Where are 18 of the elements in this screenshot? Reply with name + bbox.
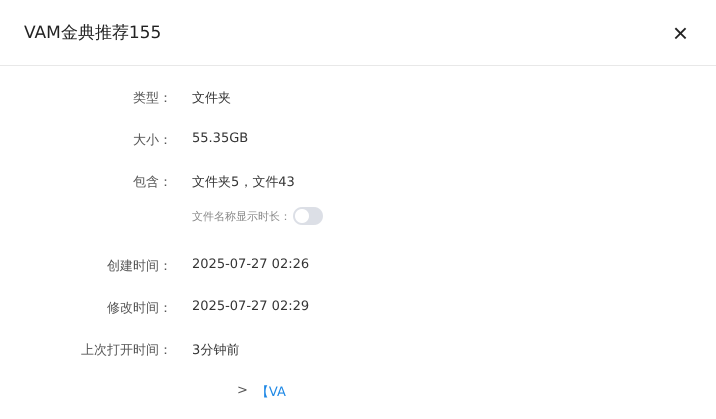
field-label: 类型： [132, 90, 172, 107]
field-label: 创建时间： [106, 258, 172, 275]
field-value: 文件夹 [192, 90, 231, 107]
close-button[interactable]: × [668, 20, 692, 46]
field-value: 55.35GB [192, 131, 248, 146]
field-label: 大小： [132, 132, 172, 149]
path-separator: > [237, 383, 248, 400]
field-value: 文件夹5，文件43 [192, 174, 295, 191]
path-link[interactable]: 【VA [256, 383, 286, 401]
toggle-switch[interactable] [293, 207, 323, 225]
dialog-title: VAM金典推荐155 [24, 22, 162, 44]
field-label: 上次打开时间： [80, 342, 172, 359]
field-value: 2025-07-27 02:26 [192, 257, 310, 272]
field-value: 3分钟前 [192, 342, 240, 359]
toggle-label: 文件名称显示时长： [192, 208, 291, 224]
field-label: 包含： [132, 174, 172, 191]
field-label: 修改时间： [106, 300, 172, 317]
field-value: 2025-07-27 02:29 [192, 299, 310, 314]
